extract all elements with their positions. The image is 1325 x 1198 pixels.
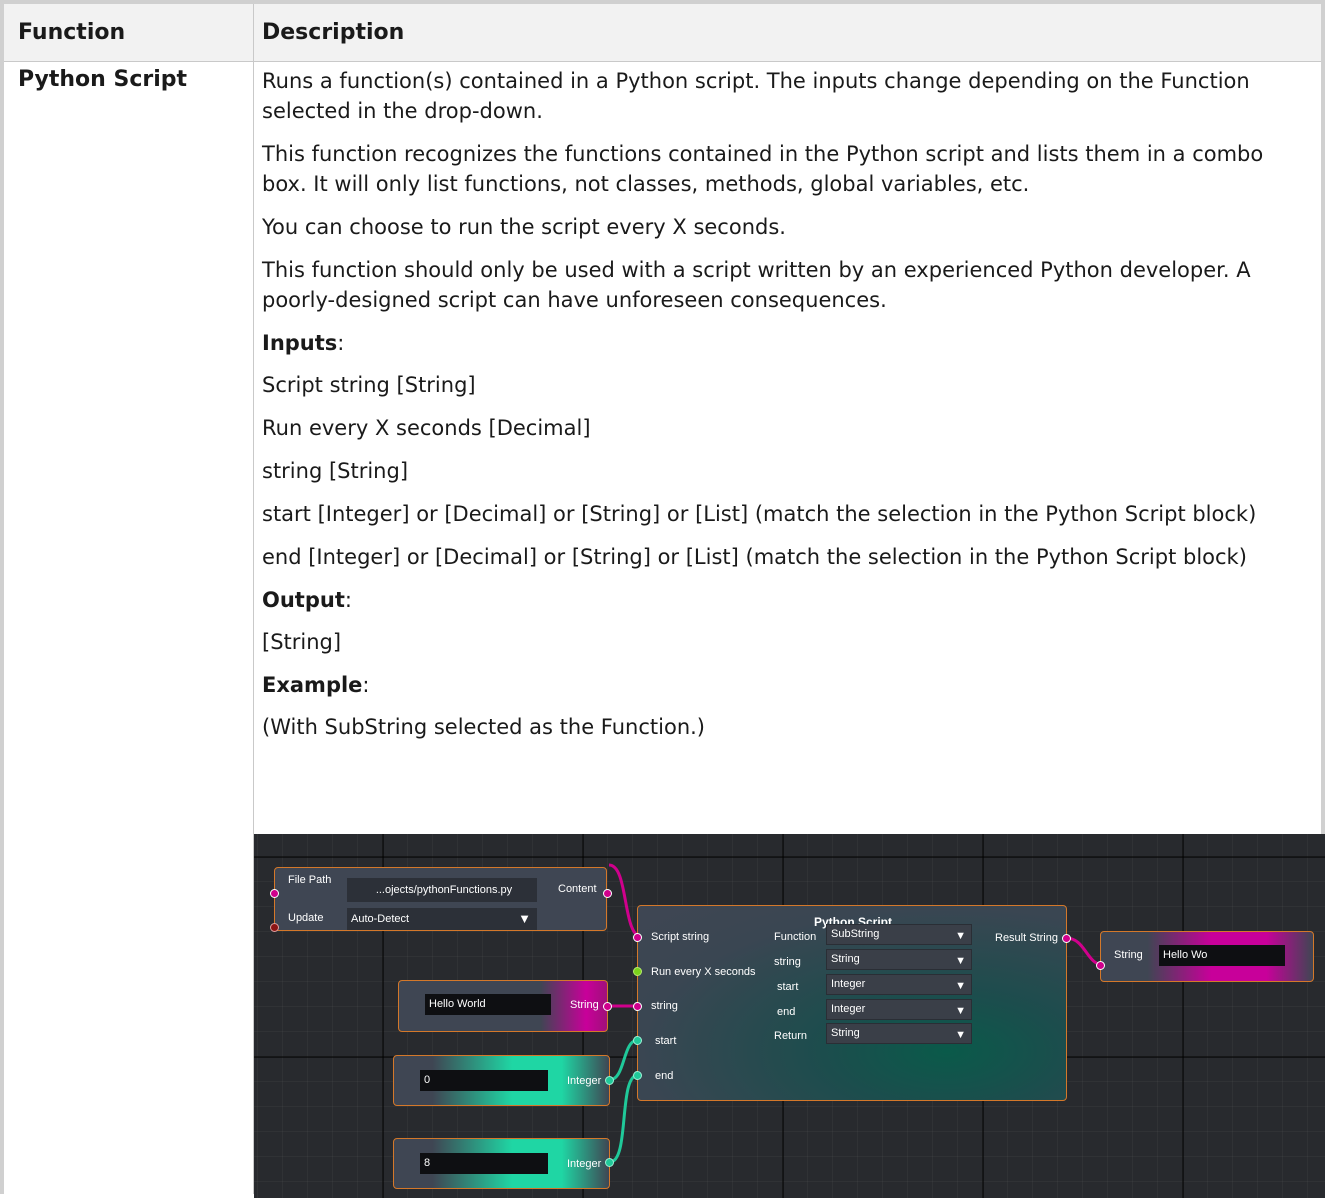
chevron-down-icon: ▼ [955,930,966,942]
example-note: (With SubString selected as the Function… [262,715,705,739]
integer-field-8[interactable]: 8 [420,1153,548,1174]
integer-port-0[interactable] [605,1076,614,1085]
input-string: string [651,1000,678,1012]
input-script-string: Script string [651,931,710,943]
input-end: end [655,1070,674,1082]
description-paragraph: Runs a function(s) contained in a Python… [262,69,1250,123]
string-output-label: String [570,999,599,1011]
file-path-label: File Path [288,874,332,886]
file-path-field[interactable]: ...ojects/pythonFunctions.py [347,878,537,902]
output-heading-line: Output: [262,585,1314,615]
run-every-port[interactable] [633,967,642,976]
integer-label-8: Integer [567,1158,602,1170]
example-heading: Example [262,673,363,697]
result-string-label: String [1114,949,1143,961]
update-select-value: Auto-Detect [351,913,410,925]
output-heading: Output [262,588,345,612]
update-select[interactable]: Auto-Detect ▼ [347,908,537,930]
result-node-port[interactable] [1096,961,1105,970]
string-type-select[interactable]: String ▼ [826,949,972,970]
function-select-value: SubString [831,928,880,940]
content-label: Content [558,883,597,895]
function-select[interactable]: SubString ▼ [826,924,972,945]
result-string-node[interactable]: String Hello Wo [1100,931,1314,982]
start-type-value: Integer [831,978,866,990]
input-run-every: Run every X seconds [651,966,756,978]
function-name: Python Script [18,67,188,92]
integer-label-0: Integer [567,1075,602,1087]
input-item: Script string [String] [262,373,476,397]
header-description: Description [262,20,405,45]
string-in-port[interactable] [633,1002,642,1011]
table-header-row: Function Description [4,4,1321,62]
description-paragraph: This function recognizes the functions c… [262,142,1264,196]
input-item: end [Integer] or [Decimal] or [String] o… [262,545,1247,569]
node-graph-example: File Path ...ojects/pythonFunctions.py C… [254,834,1325,1198]
start-type-select[interactable]: Integer ▼ [826,974,972,995]
file-path-port[interactable] [270,889,279,898]
result-string-field[interactable]: Hello Wo [1159,945,1285,966]
header-function: Function [18,20,126,45]
script-string-port[interactable] [633,933,642,942]
wire-int2-to-end [609,1073,639,1164]
function-table: Function Description Python Script Runs … [0,0,1325,1198]
content-port[interactable] [603,889,612,898]
integer-node-0[interactable]: 0 Integer [393,1055,610,1106]
input-start: start [655,1035,677,1047]
input-item: string [String] [262,459,409,483]
integer-node-8[interactable]: 8 Integer [393,1138,610,1189]
inputs-heading: Inputs [262,331,338,355]
description-cell: Runs a function(s) contained in a Python… [262,66,1314,755]
chevron-down-icon: ▼ [518,911,531,926]
return-type-value: String [831,1027,860,1039]
output-result-label: Result String [995,932,1058,944]
string-node-port[interactable] [603,1002,612,1011]
input-item: start [Integer] or [Decimal] or [String]… [262,502,1257,526]
file-node[interactable]: File Path ...ojects/pythonFunctions.py C… [274,867,607,931]
param-function-label: Function [774,931,817,943]
colon: : [344,588,352,612]
inputs-heading-line: Inputs: [262,328,1314,358]
chevron-down-icon: ▼ [955,980,966,992]
example-heading-line: Example: [262,670,1314,700]
return-type-select[interactable]: String ▼ [826,1023,972,1044]
output-item: [String] [262,630,342,654]
description-paragraph: This function should only be used with a… [262,258,1251,312]
end-port[interactable] [633,1071,642,1080]
param-return-label: Return [774,1030,808,1042]
chevron-down-icon: ▼ [955,1005,966,1017]
chevron-down-icon: ▼ [955,955,966,967]
colon: : [337,331,345,355]
integer-field-0[interactable]: 0 [420,1070,548,1091]
python-script-node[interactable]: Python Script Script string Run every X … [637,905,1067,1101]
colon: : [362,673,370,697]
integer-port-8[interactable] [605,1158,614,1167]
update-label: Update [288,912,324,924]
string-input-field[interactable]: Hello World [425,994,551,1015]
description-paragraph: You can choose to run the script every X… [262,215,786,239]
param-end-label: end [777,1006,796,1018]
end-type-value: Integer [831,1003,866,1015]
param-start-label: start [777,981,799,993]
update-port[interactable] [270,923,279,932]
start-port[interactable] [633,1036,642,1045]
result-string-port[interactable] [1062,934,1071,943]
chevron-down-icon: ▼ [955,1029,966,1041]
input-item: Run every X seconds [Decimal] [262,416,591,440]
param-string-label: string [774,956,801,968]
string-input-node[interactable]: Hello World String [398,980,608,1032]
end-type-select[interactable]: Integer ▼ [826,999,972,1020]
string-type-value: String [831,953,860,965]
